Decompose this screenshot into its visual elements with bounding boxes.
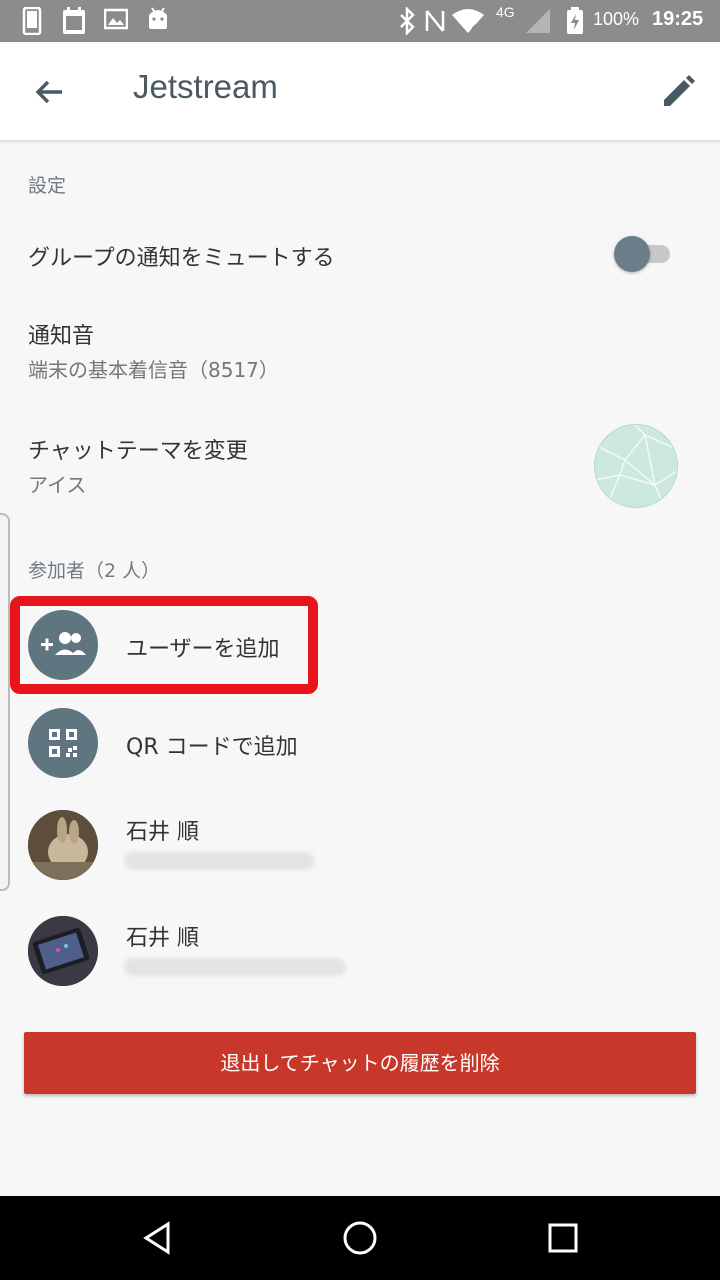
status-bar: 4G 100% 19:25 bbox=[0, 0, 720, 42]
settings-section-label: 設定 bbox=[28, 175, 67, 197]
qr-avatar bbox=[28, 708, 98, 778]
participant-id-redacted bbox=[124, 852, 314, 870]
page-title: Jetstream bbox=[133, 68, 278, 105]
home-circle-icon[interactable] bbox=[338, 1216, 382, 1260]
image-icon bbox=[104, 8, 128, 30]
participant-avatar bbox=[28, 810, 98, 880]
back-triangle-icon[interactable] bbox=[136, 1216, 180, 1260]
calendar-100-icon bbox=[63, 7, 85, 34]
participant-avatar bbox=[28, 916, 98, 986]
network-type: 4G bbox=[496, 4, 515, 20]
rabbit-photo bbox=[28, 810, 98, 880]
ice-pattern-icon bbox=[595, 425, 677, 507]
participants-section-label: 参加者（2 人） bbox=[28, 560, 161, 582]
android-icon bbox=[149, 7, 167, 29]
theme-title: チャットテーマを変更 bbox=[28, 439, 248, 464]
wifi-icon bbox=[452, 9, 484, 35]
pencil-icon[interactable] bbox=[658, 72, 698, 112]
mute-toggle[interactable] bbox=[614, 236, 674, 272]
toggle-thumb bbox=[614, 236, 650, 272]
add-by-qr-label: QR コードで追加 bbox=[126, 735, 298, 760]
participant-name: 石井 順 bbox=[126, 820, 199, 845]
qr-code-icon bbox=[49, 729, 77, 757]
mute-label: グループの通知をミュートする bbox=[28, 246, 335, 271]
add-by-qr-button[interactable]: QR コードで追加 bbox=[0, 698, 720, 788]
participant-name: 石井 順 bbox=[126, 926, 199, 951]
arrow-left-icon[interactable] bbox=[30, 72, 70, 112]
theme-preview[interactable] bbox=[594, 424, 678, 508]
nfc-icon bbox=[425, 10, 445, 32]
navigation-bar bbox=[0, 1196, 720, 1280]
leave-and-delete-button[interactable]: 退出してチャットの履歴を削除 bbox=[24, 1032, 696, 1094]
phone-icon bbox=[22, 7, 42, 35]
participant-id-redacted bbox=[124, 958, 346, 976]
battery-percent: 100% bbox=[593, 9, 640, 29]
sound-title: 通知音 bbox=[28, 324, 95, 349]
participant-row[interactable]: 石井 順 bbox=[0, 906, 720, 996]
sound-value: 端末の基本着信音（8517） bbox=[28, 358, 279, 382]
battery-charging-icon bbox=[567, 7, 583, 34]
highlight-box bbox=[10, 596, 318, 694]
tablet-photo bbox=[28, 916, 98, 986]
recents-square-icon[interactable] bbox=[541, 1216, 585, 1260]
app-bar: Jetstream bbox=[0, 42, 720, 140]
clock: 19:25 bbox=[652, 8, 704, 30]
theme-value: アイス bbox=[28, 473, 87, 497]
signal-icon bbox=[526, 9, 550, 33]
participant-row[interactable]: 石井 順 bbox=[0, 800, 720, 890]
bluetooth-icon bbox=[400, 7, 415, 35]
